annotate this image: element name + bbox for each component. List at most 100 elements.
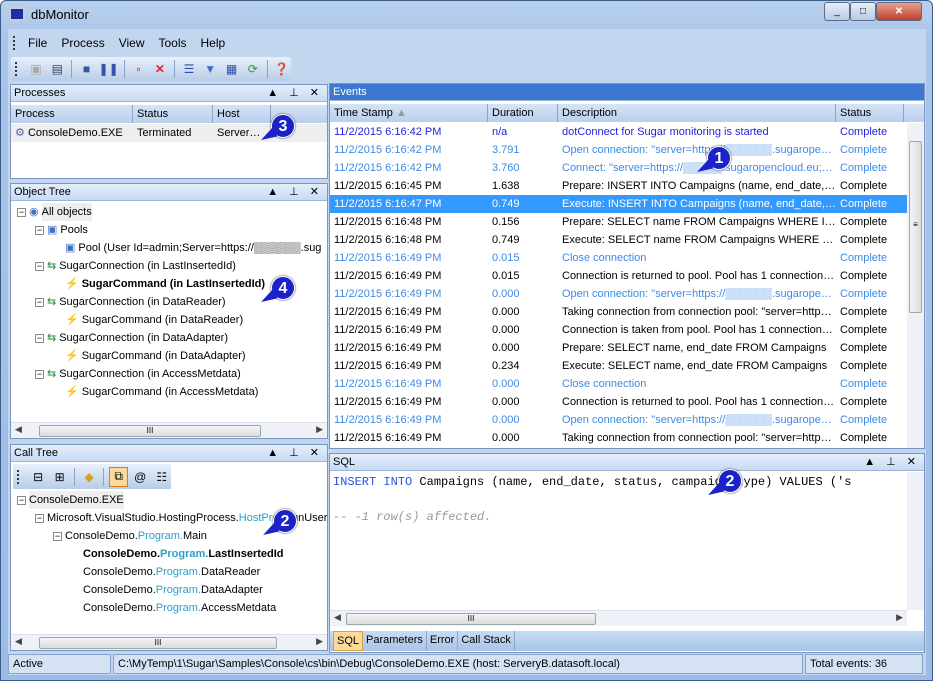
collapse-icon[interactable]: − — [35, 225, 44, 235]
status-bar: Active C:\MyTemp\1\Sugar\Samples\Console… — [8, 654, 926, 674]
panel-controls[interactable]: ▲ ⊥ ✕ — [267, 445, 323, 461]
tree-item-label: SugarConnection (in LastInsertedId) — [59, 260, 236, 272]
menu-help[interactable]: Help — [195, 36, 234, 50]
event-row[interactable]: 11/2/2015 6:16:49 PM 0.015 Close connectio… — [330, 249, 907, 267]
event-row[interactable]: 11/2/2015 6:16:42 PM3.760Connect: "serve… — [330, 159, 907, 177]
tab-call-stack[interactable]: Call Stack — [458, 631, 515, 651]
collapse-icon[interactable]: − — [17, 495, 26, 505]
call-tree-item[interactable]: ConsoleDemo.Program.AccessMetdata — [71, 599, 276, 617]
tree-item[interactable]: ⚡ SugarCommand (in DataReader) — [53, 311, 243, 329]
tree-item[interactable]: ⚡ SugarCommand (in DataAdapter) — [53, 347, 246, 365]
help-icon[interactable]: ❓ — [273, 59, 291, 79]
call-tree-item[interactable]: ConsoleDemo.Program.DataReader — [71, 563, 260, 581]
menu-tools[interactable]: Tools — [153, 36, 195, 50]
horizontal-scrollbar[interactable]: ◀ III ▶ — [11, 422, 327, 438]
event-row[interactable]: 11/2/2015 6:16:42 PM 3.791 Open connection… — [330, 141, 907, 159]
vertical-scrollbar[interactable] — [907, 472, 924, 610]
pause-icon[interactable]: ❚❚ — [99, 59, 119, 79]
tree-item[interactable]: − ⇆ SugarConnection (in DataReader) — [35, 293, 226, 311]
delete-selected-icon[interactable]: ▫ — [129, 59, 147, 79]
column-process[interactable]: Process — [11, 105, 133, 123]
event-time: 11/2/2015 6:16:49 PM — [334, 324, 442, 336]
panel-controls[interactable]: ▲ ⊥ ✕ — [267, 85, 323, 101]
save-icon[interactable]: ▣ — [27, 59, 45, 79]
call-tree-item[interactable]: ConsoleDemo.Program.LastInsertedId — [71, 545, 284, 563]
delete-all-icon[interactable]: ✕ — [151, 59, 169, 79]
close-button[interactable]: ✕ — [876, 2, 922, 21]
tree-view-icon[interactable]: ☷ — [152, 467, 171, 487]
event-status: Complete — [840, 126, 888, 138]
event-row[interactable]: 11/2/2015 6:16:49 PM 0.000 Taking connecti… — [330, 429, 907, 447]
column-status[interactable]: Status — [133, 105, 213, 123]
stop-icon[interactable]: ■ — [77, 59, 95, 79]
grip-handle[interactable] — [17, 469, 20, 484]
event-time: 11/2/2015 6:16:49 PM — [334, 288, 442, 300]
tree-item[interactable]: − ⇆ SugarConnection (in AccessMetdata) — [35, 365, 241, 383]
column-host[interactable]: Host — [213, 105, 271, 123]
columns-icon[interactable]: ▦ — [222, 59, 240, 79]
collapse-all-icon[interactable]: ⊟ — [29, 467, 48, 487]
event-row[interactable]: 11/2/2015 6:16:49 PM 0.000 Connection is t… — [330, 321, 907, 339]
collapse-icon[interactable]: − — [17, 207, 26, 217]
collapse-icon[interactable]: − — [35, 333, 44, 343]
call-tree-item[interactable]: − ConsoleDemo.EXE — [17, 491, 124, 509]
horizontal-scrollbar[interactable]: ◀ III ▶ — [330, 610, 907, 626]
tab-parameters[interactable]: Parameters — [363, 631, 427, 651]
tree-item[interactable]: ⚡ SugarCommand (in AccessMetdata) — [53, 383, 258, 401]
event-row[interactable]: 11/2/2015 6:16:47 PM 0.749 Execute: INSERT… — [330, 195, 907, 213]
tree-item[interactable]: − ⇆ SugarConnection (in DataAdapter) — [35, 329, 228, 347]
horizontal-scrollbar[interactable]: ◀ III ▶ — [11, 634, 327, 650]
event-row[interactable]: 11/2/2015 6:16:49 PM 0.000 Close connectio… — [330, 375, 907, 393]
event-row[interactable]: 11/2/2015 6:16:49 PM 0.000 Open connection… — [330, 411, 907, 429]
refresh-icon[interactable]: ⟳ — [244, 59, 262, 79]
tree-item[interactable]: − ⇆ SugarConnection (in LastInsertedId) — [35, 257, 236, 275]
tree-item[interactable]: − ▣ Pools — [35, 221, 88, 239]
call-tree-item[interactable]: ConsoleDemo.Program.DataAdapter — [71, 581, 263, 599]
clear-icon[interactable]: ◆ — [80, 467, 99, 487]
column-description[interactable]: Description — [558, 104, 836, 122]
tab-sql[interactable]: SQL — [333, 631, 364, 651]
tree-item[interactable]: ⚡ SugarCommand (in LastInsertedId) — [53, 275, 265, 293]
filter-icon[interactable]: ▼ — [201, 59, 219, 79]
event-row[interactable]: 11/2/2015 6:16:49 PM 0.000 Connection is r… — [330, 393, 907, 411]
column-status[interactable]: Status — [836, 104, 904, 122]
menu-file[interactable]: File — [22, 36, 55, 50]
column-duration[interactable]: Duration — [488, 104, 558, 122]
save-as-icon[interactable]: ▤ — [48, 59, 66, 79]
tree-item[interactable]: ▣ Pool (User Id=admin;Server=https://▒▒▒▒… — [53, 239, 321, 257]
event-row[interactable]: 11/2/2015 6:16:48 PM 0.749 Execute: SELECT… — [330, 231, 907, 249]
call-tree-item[interactable]: − ConsoleDemo.Program.Main — [53, 527, 207, 545]
collapse-icon[interactable]: − — [35, 513, 44, 523]
sql-panel: SQL ▲ ⊥ ✕ INSERT INTO Campaigns (name, en… — [329, 453, 925, 653]
event-row[interactable]: 11/2/2015 6:16:42 PM n/a dotConnect for Su… — [330, 123, 907, 141]
menu-view[interactable]: View — [113, 36, 153, 50]
event-row[interactable]: 11/2/2015 6:16:49 PM 0.234 Execute: SELECT… — [330, 357, 907, 375]
grip-handle[interactable] — [13, 36, 16, 50]
tree-item[interactable]: − ◉ All objects — [17, 203, 92, 221]
show-methods-icon[interactable]: @ — [131, 467, 150, 487]
grip-handle[interactable] — [15, 62, 18, 76]
panel-controls[interactable]: ▲ ⊥ ✕ — [864, 454, 920, 470]
event-row[interactable]: 11/2/2015 6:16:49 PM 0.000 Taking connecti… — [330, 303, 907, 321]
panel-controls[interactable]: ▲ ⊥ ✕ — [267, 184, 323, 200]
show-objects-icon[interactable]: ⧉ — [109, 466, 128, 487]
event-row[interactable]: 11/2/2015 6:16:49 PM 0.000 Open connection… — [330, 285, 907, 303]
expand-all-icon[interactable]: ⊞ — [50, 467, 69, 487]
minimize-button[interactable]: _ — [824, 2, 850, 21]
event-row[interactable]: 11/2/2015 6:16:49 PM 0.015 Connection is r… — [330, 267, 907, 285]
events-list-icon[interactable]: ☰ — [180, 59, 198, 79]
event-row[interactable]: 11/2/2015 6:16:45 PM 1.638 Prepare: INSERT… — [330, 177, 907, 195]
tab-error[interactable]: Error — [427, 631, 459, 651]
process-name: ConsoleDemo.EXE — [27, 127, 123, 139]
sql-text[interactable]: INSERT INTO Campaigns (name, end_date, s… — [333, 475, 903, 489]
vertical-scrollbar[interactable]: ≡ — [907, 123, 924, 448]
maximize-button[interactable]: □ — [850, 2, 876, 21]
event-row[interactable]: 11/2/2015 6:16:48 PM 0.156 Prepare: SELECT… — [330, 213, 907, 231]
collapse-icon[interactable]: − — [35, 261, 44, 271]
collapse-icon[interactable]: − — [35, 369, 44, 379]
column-time-stamp[interactable]: Time Stamp ▲ — [330, 104, 488, 122]
collapse-icon[interactable]: − — [53, 531, 62, 541]
collapse-icon[interactable]: − — [35, 297, 44, 307]
event-row[interactable]: 11/2/2015 6:16:49 PM 0.000 Prepare: SELECT… — [330, 339, 907, 357]
menu-process[interactable]: Process — [55, 36, 112, 50]
